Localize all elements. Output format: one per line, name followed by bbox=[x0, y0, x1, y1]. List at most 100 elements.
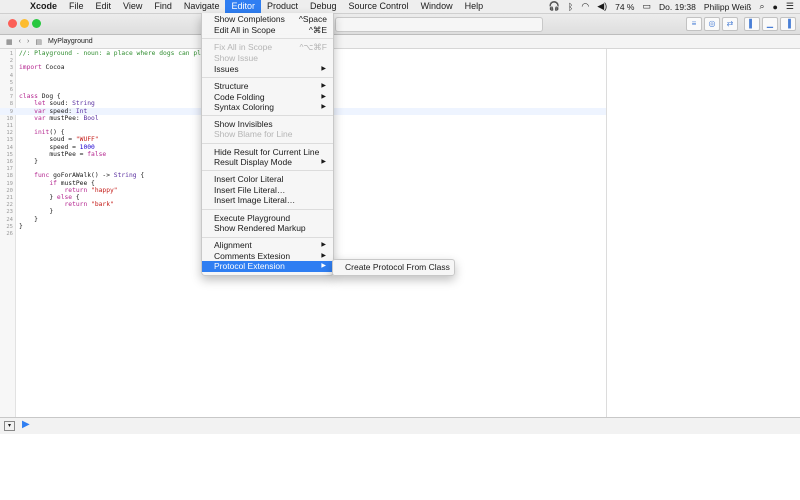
breadcrumb-file[interactable]: MyPlayground bbox=[48, 38, 93, 45]
related-items-icon[interactable]: ▦ bbox=[6, 38, 13, 46]
menu-separator bbox=[202, 170, 333, 171]
menu-item-issues[interactable]: Issues ▶ bbox=[202, 64, 333, 75]
volume-icon[interactable]: ◀) bbox=[597, 1, 607, 12]
protocol-extension-submenu: Create Protocol From Class bbox=[332, 259, 455, 276]
submenu-arrow-icon: ▶ bbox=[321, 242, 326, 248]
menu-edit[interactable]: Edit bbox=[90, 0, 118, 13]
menu-find[interactable]: Find bbox=[148, 0, 178, 13]
siri-icon[interactable]: ● bbox=[772, 2, 777, 12]
menu-item-show-blame: Show Blame for Line bbox=[214, 129, 293, 139]
playground-file-icon: ▤ bbox=[35, 38, 42, 46]
clock[interactable]: Do. 19:38 bbox=[659, 2, 696, 12]
menu-item-comments-extension[interactable]: Comments Extesion ▶ bbox=[202, 251, 333, 262]
menu-separator bbox=[202, 143, 333, 144]
menu-debug[interactable]: Debug bbox=[304, 0, 343, 13]
editor-menu: Show Completions ^Space Edit All in Scope… bbox=[201, 13, 334, 276]
menu-item-insert-image-literal[interactable]: Insert Image Literal… bbox=[202, 195, 333, 206]
menu-item-result-display-mode[interactable]: Result Display Mode ▶ bbox=[202, 157, 333, 168]
submenu-arrow-icon: ▶ bbox=[321, 104, 326, 110]
menu-item-alignment[interactable]: Alignment ▶ bbox=[202, 240, 333, 251]
menu-item-protocol-extension[interactable]: Protocol Extension ▶ bbox=[202, 261, 333, 272]
submenu-arrow-icon: ▶ bbox=[321, 263, 326, 269]
bluetooth-icon[interactable]: ᛒ bbox=[568, 2, 573, 12]
code-text: class Dog { bbox=[19, 93, 61, 101]
battery-icon[interactable]: ▭ bbox=[642, 1, 651, 12]
wifi-icon[interactable]: ◠ bbox=[581, 1, 589, 12]
code-text: func goForAWalk() -> String { bbox=[34, 172, 145, 180]
menu-item-execute-playground[interactable]: Execute Playground bbox=[202, 213, 333, 224]
forward-icon[interactable]: › bbox=[27, 38, 29, 45]
menu-item-structure[interactable]: Structure ▶ bbox=[202, 81, 333, 92]
menu-help[interactable]: Help bbox=[459, 0, 490, 13]
version-editor-icon[interactable]: ⇄ bbox=[722, 17, 738, 31]
headphones-icon[interactable]: 🎧 bbox=[549, 1, 560, 12]
code-text: let soud: String bbox=[34, 100, 95, 108]
code-text: mustPee = false bbox=[19, 150, 107, 158]
menu-navigate[interactable]: Navigate bbox=[178, 0, 226, 13]
code-text: if mustPee { bbox=[49, 179, 95, 187]
menu-separator bbox=[202, 237, 333, 238]
code-text: soud = "WUFF" bbox=[19, 136, 99, 144]
menu-source-control[interactable]: Source Control bbox=[343, 0, 415, 13]
submenu-arrow-icon: ▶ bbox=[321, 66, 326, 72]
menu-item-fix-all-in-scope: Fix All in Scope ^⌥⌘F bbox=[214, 42, 327, 52]
menu-item-show-issue: Show Issue bbox=[214, 53, 258, 63]
submenu-arrow-icon: ▶ bbox=[321, 94, 326, 100]
debug-bar: ▾ ▶ bbox=[0, 417, 800, 435]
back-icon[interactable]: ‹ bbox=[19, 38, 21, 45]
line-number: 26 bbox=[6, 231, 13, 237]
menu-item-show-invisibles[interactable]: Show Invisibles bbox=[202, 119, 333, 130]
battery-percent[interactable]: 74 % bbox=[615, 2, 634, 12]
menu-window[interactable]: Window bbox=[415, 0, 459, 13]
menu-view[interactable]: View bbox=[117, 0, 148, 13]
code-text: } else { bbox=[19, 194, 80, 201]
code-text: //: Playground - noun: a place where dog… bbox=[19, 50, 201, 57]
menu-separator bbox=[202, 209, 333, 210]
submenu-arrow-icon: ▶ bbox=[321, 83, 326, 89]
menu-item-hide-result[interactable]: Hide Result for Current Line bbox=[202, 147, 333, 158]
activity-viewer bbox=[335, 17, 543, 32]
assistant-editor-icon[interactable]: ◎ bbox=[704, 17, 720, 31]
hide-debug-area-icon[interactable]: ▾ bbox=[4, 421, 15, 431]
menu-bar: Xcode File Edit View Find Navigate Edito… bbox=[0, 0, 800, 14]
code-text: return "happy" bbox=[64, 186, 118, 194]
menu-separator bbox=[202, 38, 333, 39]
code-text: speed = 1000 bbox=[19, 143, 95, 151]
menu-item-show-completions[interactable]: Show Completions ^Space bbox=[202, 14, 333, 25]
console-output[interactable] bbox=[0, 434, 800, 500]
menu-editor[interactable]: Editor bbox=[225, 0, 261, 13]
submenu-arrow-icon: ▶ bbox=[321, 159, 326, 165]
code-text: import Cocoa bbox=[19, 64, 65, 72]
minimize-window-button[interactable] bbox=[20, 19, 29, 28]
menu-item-create-protocol-from-class[interactable]: Create Protocol From Class bbox=[333, 262, 454, 273]
code-text: } bbox=[19, 215, 38, 223]
menu-item-syntax-coloring[interactable]: Syntax Coloring ▶ bbox=[202, 102, 333, 113]
menu-app[interactable]: Xcode bbox=[24, 0, 63, 13]
results-sidebar bbox=[606, 49, 800, 417]
navigator-toggle-icon[interactable]: ▌ bbox=[744, 17, 760, 31]
zoom-window-button[interactable] bbox=[32, 19, 41, 28]
notification-center-icon[interactable]: ☰ bbox=[786, 1, 794, 12]
menu-item-insert-color-literal[interactable]: Insert Color Literal bbox=[202, 174, 333, 185]
menu-file[interactable]: File bbox=[63, 0, 90, 13]
utilities-toggle-icon[interactable]: ▐ bbox=[780, 17, 796, 31]
window-toolbar: ≡ ◎ ⇄ ▌ ▁ ▐ bbox=[0, 14, 800, 35]
standard-editor-icon[interactable]: ≡ bbox=[686, 17, 702, 31]
menu-product[interactable]: Product bbox=[261, 0, 304, 13]
user-name[interactable]: Philipp Weiß bbox=[704, 2, 752, 12]
code-text: var mustPee: Bool bbox=[34, 114, 99, 122]
code-text: init() { bbox=[34, 129, 65, 137]
menu-item-insert-file-literal[interactable]: Insert File Literal… bbox=[202, 185, 333, 196]
submenu-arrow-icon: ▶ bbox=[321, 253, 326, 259]
menu-item-code-folding[interactable]: Code Folding ▶ bbox=[202, 92, 333, 103]
menu-item-show-rendered-markup[interactable]: Show Rendered Markup bbox=[202, 223, 333, 234]
menu-separator bbox=[202, 77, 333, 78]
menu-item-edit-all-in-scope[interactable]: Edit All in Scope ^⌘E bbox=[202, 25, 333, 36]
close-window-button[interactable] bbox=[8, 19, 17, 28]
code-text: return "bark" bbox=[64, 201, 114, 209]
debug-area-toggle-icon[interactable]: ▁ bbox=[762, 17, 778, 31]
run-playground-icon[interactable]: ▶ bbox=[22, 419, 30, 430]
menu-separator bbox=[202, 115, 333, 116]
code-text: } bbox=[19, 158, 38, 165]
search-icon[interactable]: ⌕ bbox=[759, 1, 764, 12]
